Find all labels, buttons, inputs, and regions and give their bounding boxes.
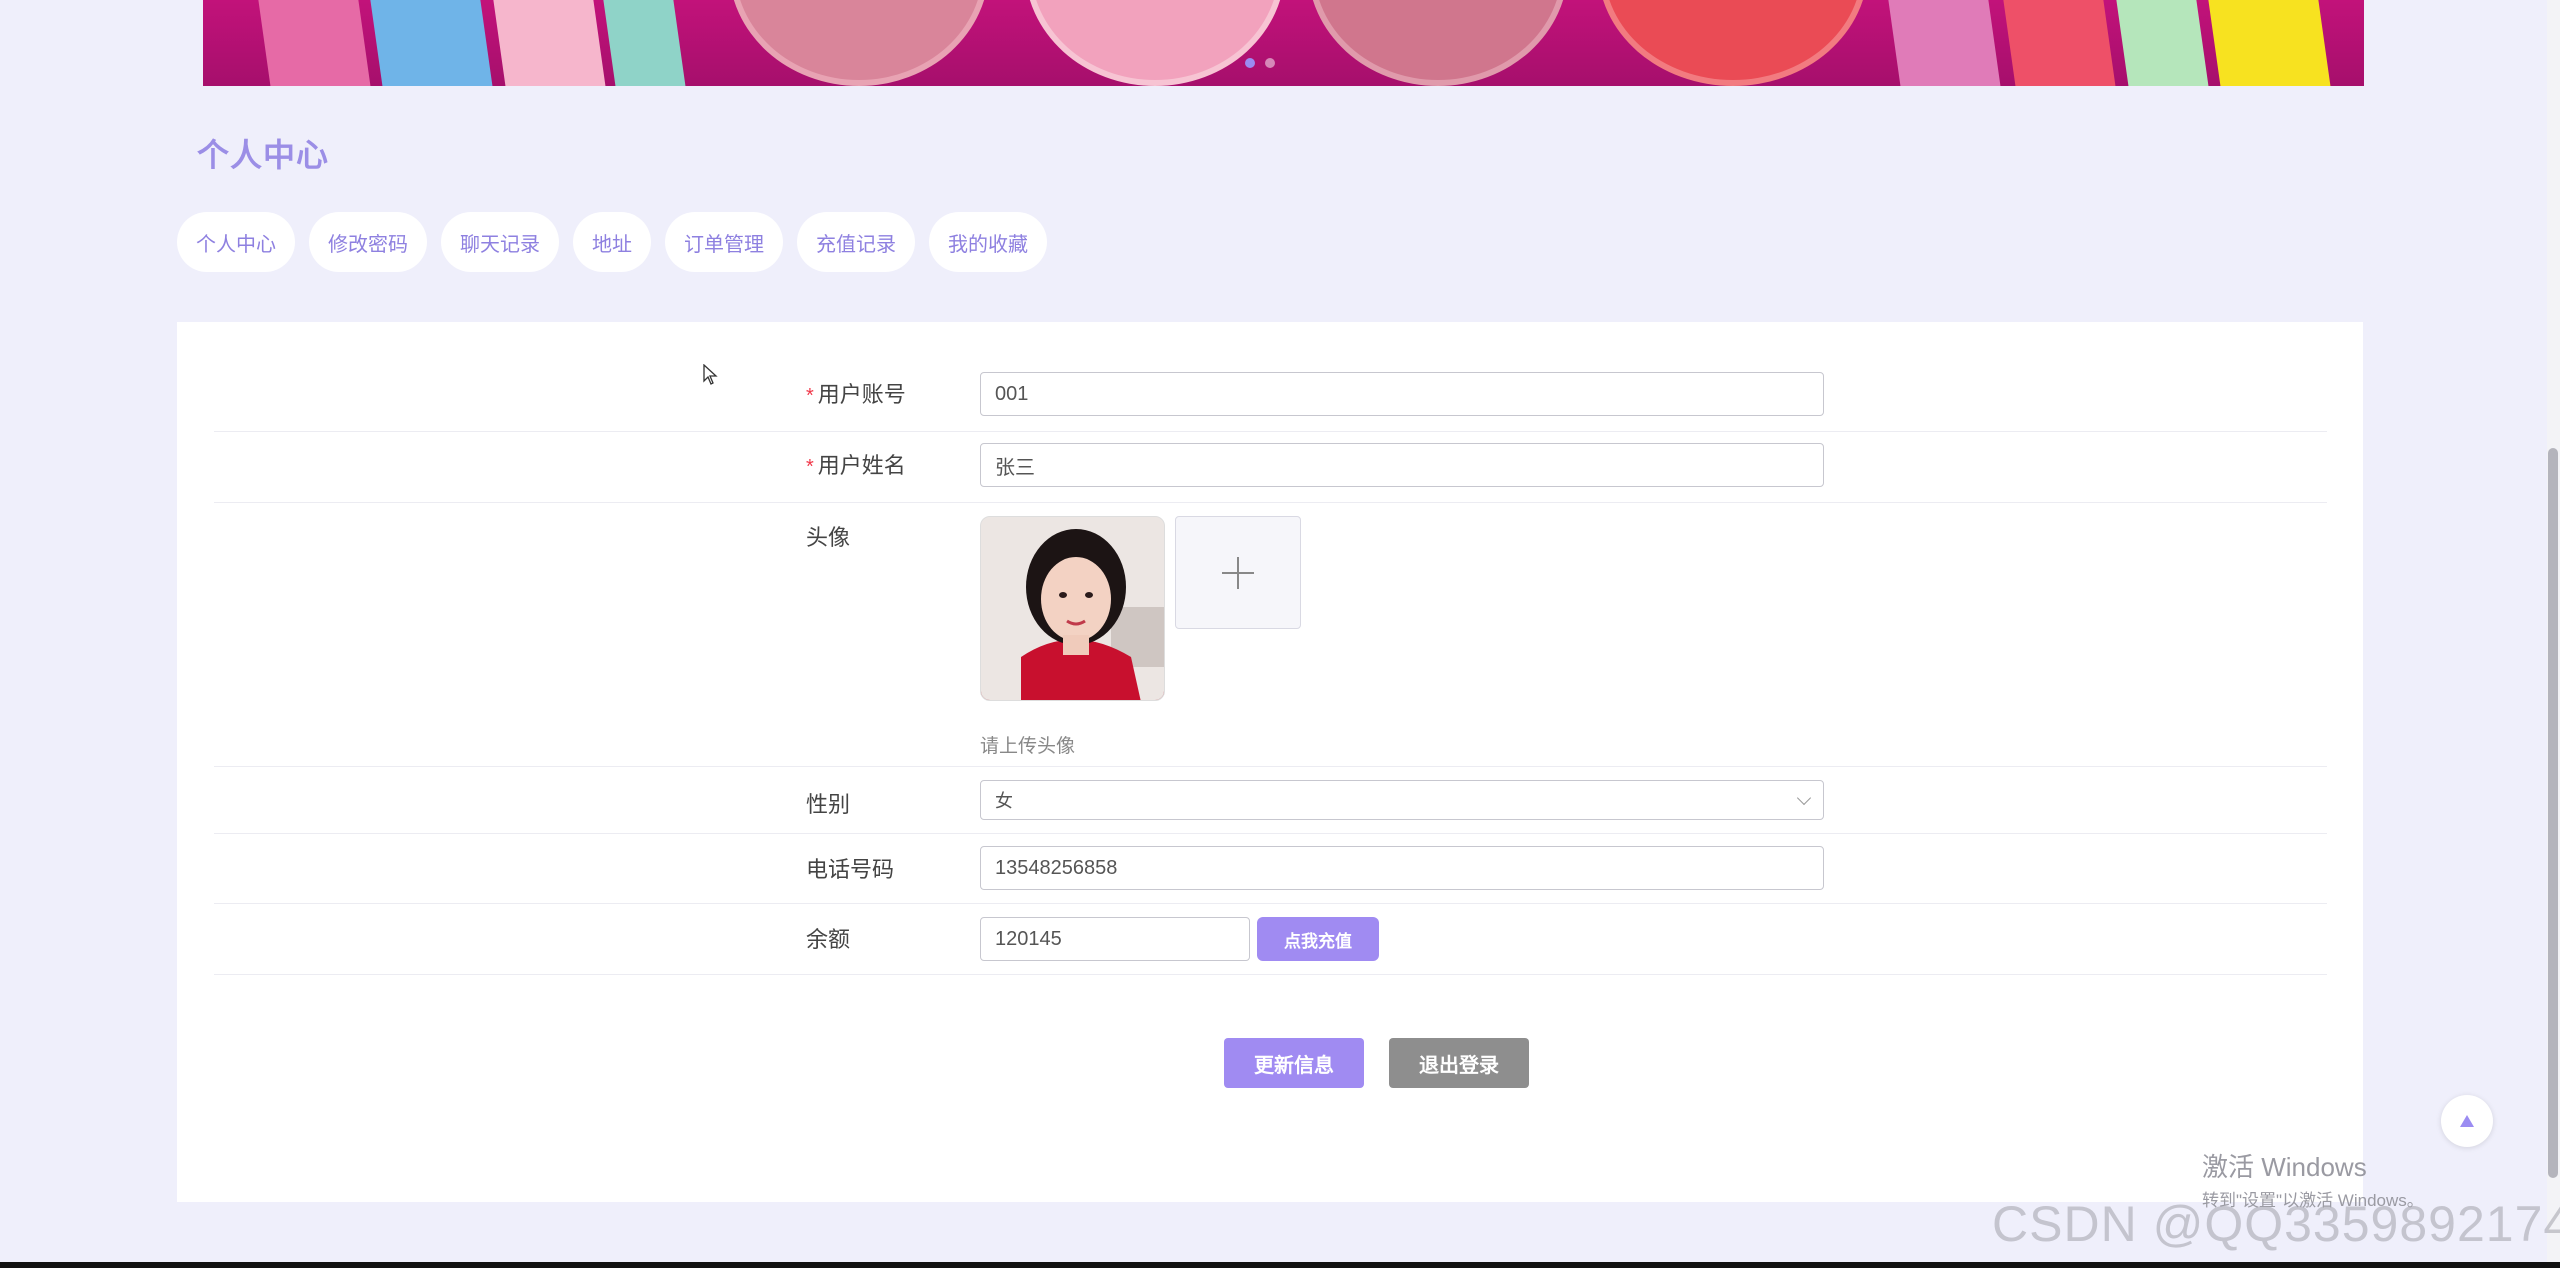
update-info-button[interactable]: 更新信息 xyxy=(1224,1038,1364,1088)
avatar-upload-button[interactable] xyxy=(1175,516,1301,629)
balance-input[interactable] xyxy=(980,917,1250,961)
page: 个人中心 个人中心 修改密码 聊天记录 地址 订单管理 充值记录 我的收藏 * 用… xyxy=(0,0,2560,1268)
banner-pan xyxy=(729,0,989,86)
carousel-dots xyxy=(1245,58,1275,68)
avatar-image[interactable] xyxy=(980,516,1165,701)
gender-select[interactable]: 女 xyxy=(980,780,1824,820)
tab-recharge-records[interactable]: 充值记录 xyxy=(797,212,915,272)
windows-activation-title: 激活 Windows xyxy=(2202,1152,2367,1182)
banner-swatch xyxy=(2205,0,2331,86)
form-row-gender: 性别 女 xyxy=(214,767,2327,834)
tab-change-password[interactable]: 修改密码 xyxy=(309,212,427,272)
page-title: 个人中心 xyxy=(197,137,330,173)
banner-swatch xyxy=(1885,0,2001,86)
tab-personal-center[interactable]: 个人中心 xyxy=(177,212,295,272)
required-mark: * xyxy=(806,456,814,478)
banner-swatch xyxy=(367,0,493,86)
recharge-button[interactable]: 点我充值 xyxy=(1257,917,1379,961)
banner-pan xyxy=(1025,0,1285,86)
profile-form-panel: *用户账号 *用户姓名 头像 xyxy=(177,322,2363,1202)
name-label: * 用户姓名 xyxy=(806,448,906,480)
avatar-label: 头像 xyxy=(806,525,851,550)
name-label-text: 用户姓名 xyxy=(817,453,906,478)
logout-button[interactable]: 退出登录 xyxy=(1389,1038,1529,1088)
avatar-portrait xyxy=(981,517,1164,700)
banner-swatch xyxy=(2113,0,2209,86)
form-row-account: * 用户账号 xyxy=(214,322,2327,432)
avatar-hint: 请上传头像 xyxy=(980,736,1076,757)
caret-up-icon xyxy=(2460,1115,2474,1127)
banner-swatch xyxy=(490,0,606,86)
balance-label: 余额 xyxy=(806,927,851,952)
banner-pan xyxy=(1598,0,1868,86)
required-mark: * xyxy=(806,385,814,407)
form-row-avatar: 头像 请上传头像 xyxy=(214,503,2327,767)
phone-input[interactable] xyxy=(980,846,1824,890)
form-row-name: * 用户姓名 xyxy=(214,432,2327,503)
phone-label: 电话号码 xyxy=(806,857,895,882)
carousel-dot[interactable] xyxy=(1265,58,1275,68)
mouse-cursor-icon xyxy=(703,364,718,385)
tab-address[interactable]: 地址 xyxy=(573,212,651,272)
name-input[interactable] xyxy=(980,443,1824,487)
account-label: * 用户账号 xyxy=(806,377,906,409)
account-input[interactable] xyxy=(980,372,1824,416)
carousel-dot[interactable] xyxy=(1245,58,1255,68)
tab-chat-history[interactable]: 聊天记录 xyxy=(441,212,559,272)
tab-my-favorites[interactable]: 我的收藏 xyxy=(929,212,1047,272)
bottom-edge-bar xyxy=(0,1262,2560,1268)
scrollbar-thumb[interactable] xyxy=(2548,448,2558,1178)
csdn-watermark: CSDN @QQ3359892174 xyxy=(1992,1196,2560,1252)
banner-pan xyxy=(1308,0,1568,86)
tab-order-management[interactable]: 订单管理 xyxy=(665,212,783,272)
banner-swatch xyxy=(255,0,371,86)
back-to-top-button[interactable] xyxy=(2441,1095,2493,1147)
banner-carousel[interactable] xyxy=(203,0,2364,86)
account-label-text: 用户账号 xyxy=(817,382,906,407)
form-row-balance: 余额 点我充值 xyxy=(214,904,2327,975)
chevron-down-icon xyxy=(1796,790,1812,806)
plus-icon xyxy=(1222,556,1254,589)
gender-value: 女 xyxy=(995,791,1013,811)
form-row-phone: 电话号码 xyxy=(214,834,2327,904)
tab-bar: 个人中心 修改密码 聊天记录 地址 订单管理 充值记录 我的收藏 xyxy=(177,212,1047,272)
banner-swatch xyxy=(600,0,686,86)
banner-swatch xyxy=(2000,0,2116,86)
gender-label: 性别 xyxy=(806,792,851,817)
